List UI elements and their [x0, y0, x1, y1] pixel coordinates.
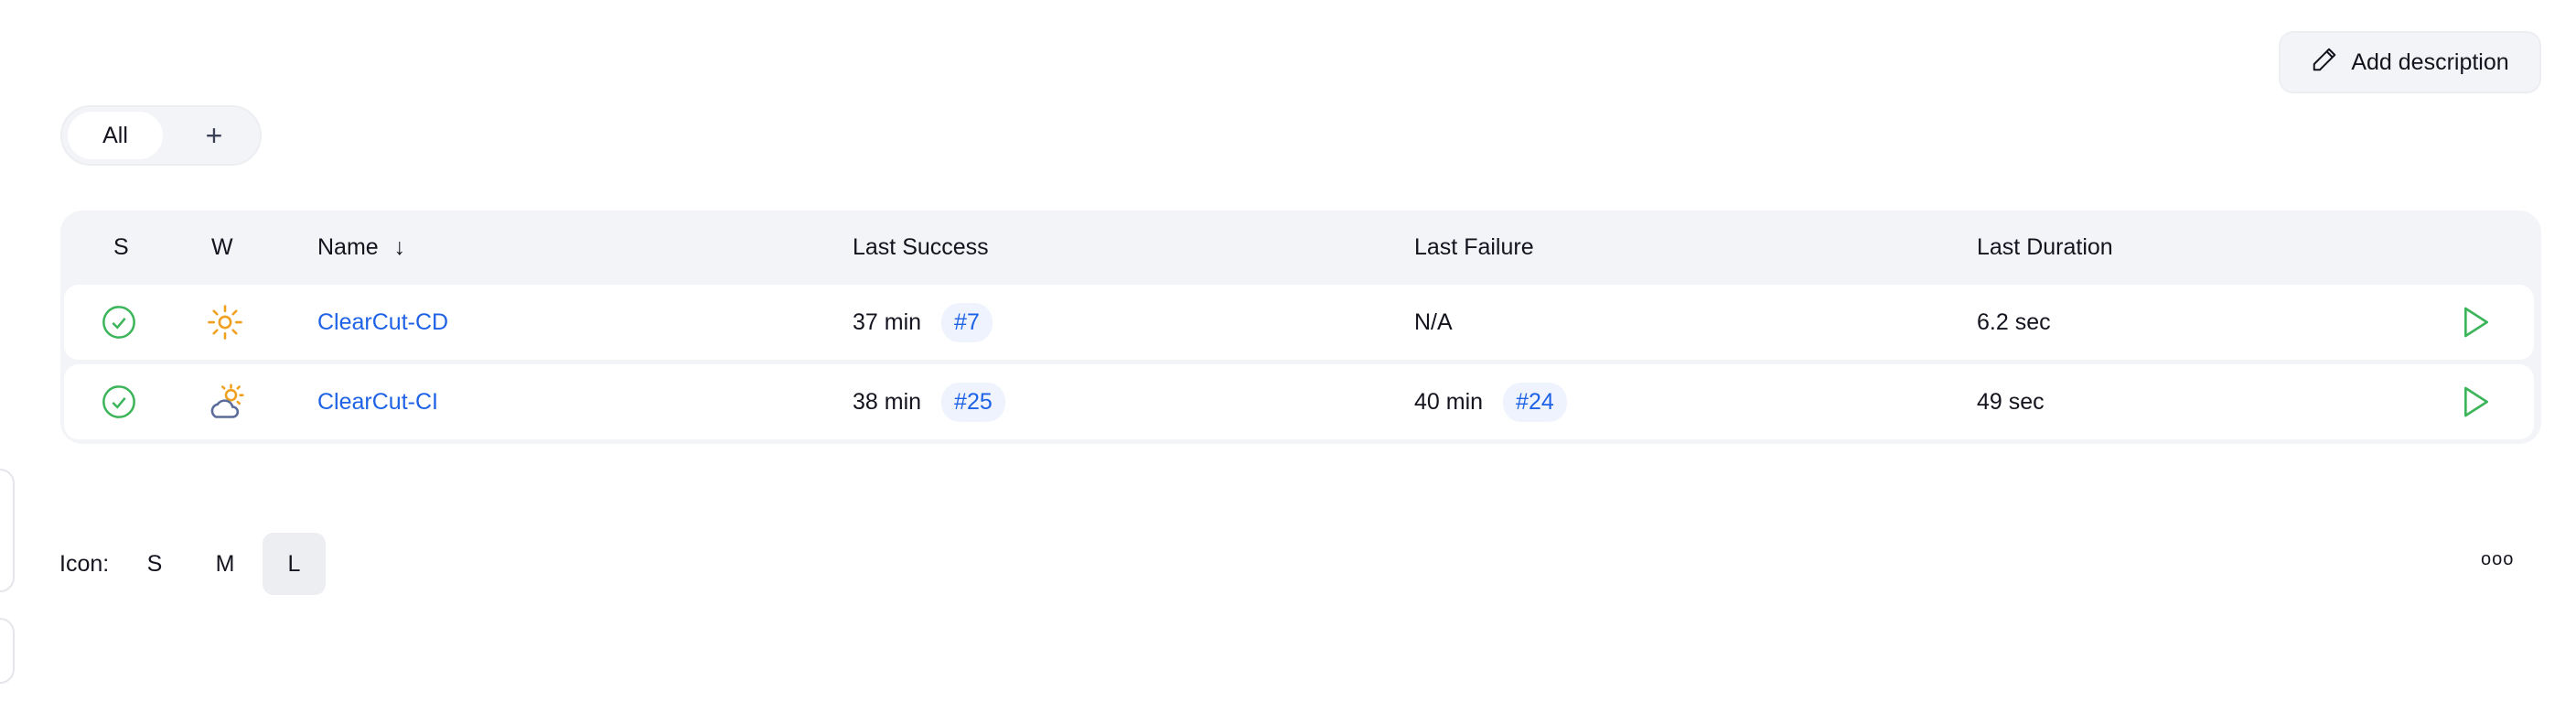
build-badge[interactable]: #24	[1503, 382, 1567, 422]
add-description-label: Add description	[2351, 49, 2509, 75]
icon-size-m[interactable]: M	[208, 533, 242, 595]
icon-size-s[interactable]: S	[138, 533, 171, 595]
icon-size-selector: Icon: S M L	[59, 533, 352, 595]
last-failure-time: N/A	[1414, 308, 1453, 335]
last-failure-time: 40 min	[1414, 388, 1484, 415]
more-options-icon[interactable]: ooo	[2481, 549, 2514, 570]
last-success-time: 38 min	[853, 388, 922, 415]
pencil-icon	[2311, 46, 2338, 80]
column-name-label: Name	[317, 234, 379, 260]
icon-size-l[interactable]: L	[263, 533, 326, 595]
run-build-play-icon[interactable]	[2461, 364, 2492, 439]
column-status[interactable]: S	[113, 234, 129, 261]
table-header: S W Name ↓ Last Success Last Failure Las…	[60, 211, 2541, 285]
left-panel-fragment-2	[0, 618, 15, 684]
last-success-time: 37 min	[853, 308, 922, 335]
last-duration: 49 sec	[1977, 388, 2045, 415]
weather-sunny-icon	[206, 285, 244, 360]
add-view-button[interactable]: +	[190, 112, 238, 159]
job-link[interactable]: ClearCut-CI	[317, 364, 438, 439]
view-tabs: All +	[60, 105, 262, 166]
column-weather[interactable]: W	[211, 234, 233, 261]
run-build-play-icon[interactable]	[2461, 285, 2492, 360]
success-status-icon	[101, 364, 137, 439]
column-name[interactable]: Name ↓	[317, 234, 405, 261]
column-last-duration[interactable]: Last Duration	[1977, 234, 2113, 261]
build-badge[interactable]: #7	[941, 302, 993, 342]
sort-arrow-down-icon: ↓	[393, 234, 406, 260]
tab-all[interactable]: All	[68, 112, 163, 159]
job-link[interactable]: ClearCut-CD	[317, 285, 448, 360]
jobs-table: S W Name ↓ Last Success Last Failure Las…	[60, 211, 2541, 444]
add-description-button[interactable]: Add description	[2279, 31, 2541, 93]
column-last-success[interactable]: Last Success	[853, 234, 989, 261]
last-duration: 6.2 sec	[1977, 308, 2051, 335]
table-row: ClearCut-CI 38 min #25 40 min #24 49 sec	[64, 364, 2534, 439]
weather-partly-cloudy-icon	[206, 364, 246, 439]
table-row: ClearCut-CD 37 min #7 N/A 6.2 sec	[64, 285, 2534, 360]
icon-size-label: Icon:	[59, 550, 110, 577]
build-badge[interactable]: #25	[941, 382, 1005, 422]
success-status-icon	[101, 285, 137, 360]
column-last-failure[interactable]: Last Failure	[1414, 234, 1534, 261]
